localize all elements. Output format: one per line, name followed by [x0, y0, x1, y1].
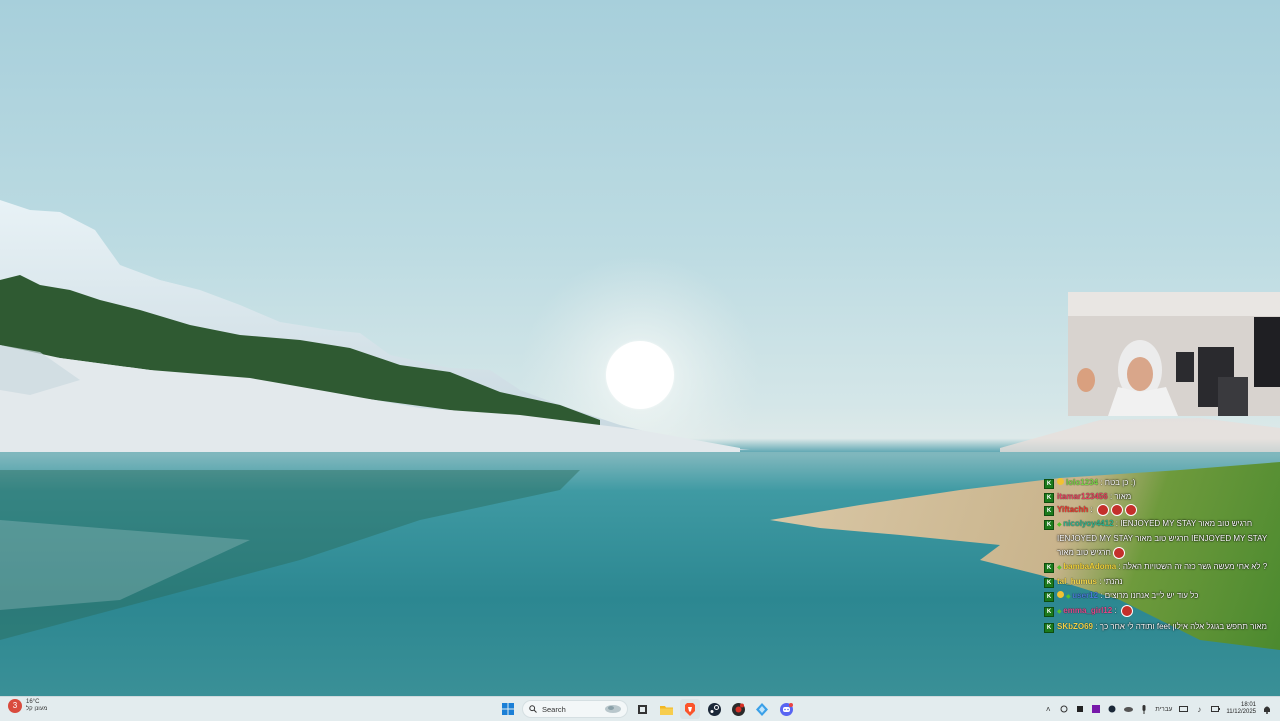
task-view-icon[interactable]	[632, 699, 652, 719]
moderator-badge-icon: K	[1044, 578, 1054, 589]
discord-icon[interactable]	[776, 699, 796, 719]
clock-date: 11/12/2025	[1226, 709, 1256, 715]
chat-message: K SKbZO69 : ותודה לי אחר כך feet מאור תחפ…	[1044, 620, 1276, 634]
battery-icon[interactable]	[1210, 704, 1220, 714]
show-hidden-icons-chevron-icon[interactable]: ˄	[1043, 704, 1053, 714]
steam-tray-icon[interactable]	[1107, 704, 1117, 714]
weather-temp: 16°C	[26, 699, 40, 705]
chat-message: K ◆ user12 : כל עוד יש לייב אנחנו מרוצים	[1044, 589, 1276, 605]
chrome-icon[interactable]	[728, 699, 748, 719]
language-indicator[interactable]: עברית	[1155, 706, 1172, 713]
edge-icon[interactable]	[752, 699, 772, 719]
network-tray-icon[interactable]	[1059, 704, 1069, 714]
streamer-webcam	[1068, 292, 1280, 416]
chat-username[interactable]: bambaAdoma	[1063, 562, 1116, 571]
chat-message: K ◆ emma_girl12 :	[1044, 604, 1276, 620]
chat-emote-icon	[1110, 504, 1123, 517]
windows-start-icon[interactable]	[498, 699, 518, 719]
taskbar-search[interactable]: Search	[522, 700, 628, 718]
chat-emote-icon	[1096, 504, 1109, 517]
search-icon	[529, 700, 537, 718]
taskbar-pinned-apps: Search	[498, 699, 796, 719]
chat-emote-icon	[1112, 546, 1125, 559]
chat-username[interactable]: nicolyoy4412	[1063, 519, 1113, 528]
chat-username[interactable]: emma_girl12	[1063, 606, 1112, 615]
steam-icon[interactable]	[704, 699, 724, 719]
chat-emote-icon	[1124, 504, 1137, 517]
weather-text: 16°C מעונן קל	[26, 699, 47, 713]
taskbar: 3 16°C מעונן קל Search ˄ עברית ♪ 18:01 1…	[0, 696, 1280, 721]
onenote-tray-icon[interactable]	[1091, 704, 1101, 714]
weather-widget[interactable]: 3 16°C מעונן קל	[8, 699, 47, 713]
onedrive-tray-icon[interactable]	[1123, 704, 1133, 714]
taskbar-clock[interactable]: 18:01 11/12/2025	[1226, 702, 1256, 716]
moderator-badge-icon: K	[1044, 506, 1054, 517]
file-explorer-icon[interactable]	[656, 699, 676, 719]
chat-message: K Yiftachh :	[1044, 503, 1276, 517]
volume-icon[interactable]: ♪	[1194, 704, 1204, 714]
app-tray-icon[interactable]	[1075, 704, 1085, 714]
display-icon[interactable]	[1178, 704, 1188, 714]
chat-message-text: לא אחי מעשה גשר כזה זה השטויות האלה ?	[1122, 561, 1268, 571]
search-label: Search	[542, 704, 566, 714]
stream-chat: Klolo1234 : כן בטח :) Kitamar123456 : מאו…	[1044, 476, 1276, 634]
clock-time: 18:01	[1240, 702, 1256, 708]
chat-message: Ktal_humus : נהנתי	[1044, 575, 1276, 589]
subscriber-badge-icon	[1057, 478, 1064, 485]
chat-emote-icon	[1120, 605, 1133, 618]
moderator-badge-icon: K	[1044, 591, 1054, 602]
chat-message: Kitamar123456 : מאור	[1044, 490, 1276, 504]
chat-message-text: מאור	[1114, 491, 1132, 501]
moderator-badge-icon: K	[1044, 562, 1054, 573]
chat-username[interactable]: tal_humus	[1057, 577, 1097, 586]
chat-message: K ◆ bambaAdoma : לא אחי מעשה גשר כזה זה ה…	[1044, 560, 1276, 576]
weather-alert-icon: 3	[8, 699, 22, 713]
search-highlight-icon	[605, 700, 621, 718]
chat-username[interactable]: SKbZO69	[1057, 622, 1093, 631]
weather-condition: מעונן קל	[26, 706, 48, 712]
chat-message-text: כל עוד יש לייב אנחנו מרוצים	[1104, 590, 1199, 600]
chat-username[interactable]: user12	[1072, 591, 1098, 600]
chat-message-text: כן בטח :)	[1104, 478, 1136, 487]
chat-message: Klolo1234 : כן בטח :)	[1044, 476, 1276, 490]
chat-message: K ◆ nicolyoy4412 : IENJOYED MY STAY חרגיש…	[1044, 517, 1276, 560]
subscriber-badge-icon	[1057, 590, 1064, 598]
moderator-badge-icon: K	[1044, 492, 1054, 503]
system-tray: ˄ עברית ♪ 18:01 11/12/2025	[1043, 699, 1272, 719]
chat-username[interactable]: Yiftachh	[1057, 505, 1088, 514]
notification-bell-icon[interactable]	[1262, 704, 1272, 714]
chat-username[interactable]: lolo1234	[1066, 478, 1098, 487]
chat-message-text: ותודה לי אחר כך feet מאור תחפש בגוגל אלה…	[1099, 621, 1267, 631]
chat-message-text: נהנתי	[1103, 577, 1123, 587]
chat-username[interactable]: itamar123456	[1057, 492, 1108, 501]
brave-browser-icon[interactable]	[680, 699, 700, 719]
moderator-badge-icon: K	[1044, 479, 1054, 489]
moderator-badge-icon: K	[1044, 519, 1054, 530]
microphone-icon[interactable]	[1139, 704, 1149, 714]
moderator-badge-icon: K	[1044, 622, 1054, 633]
moderator-badge-icon: K	[1044, 607, 1054, 618]
